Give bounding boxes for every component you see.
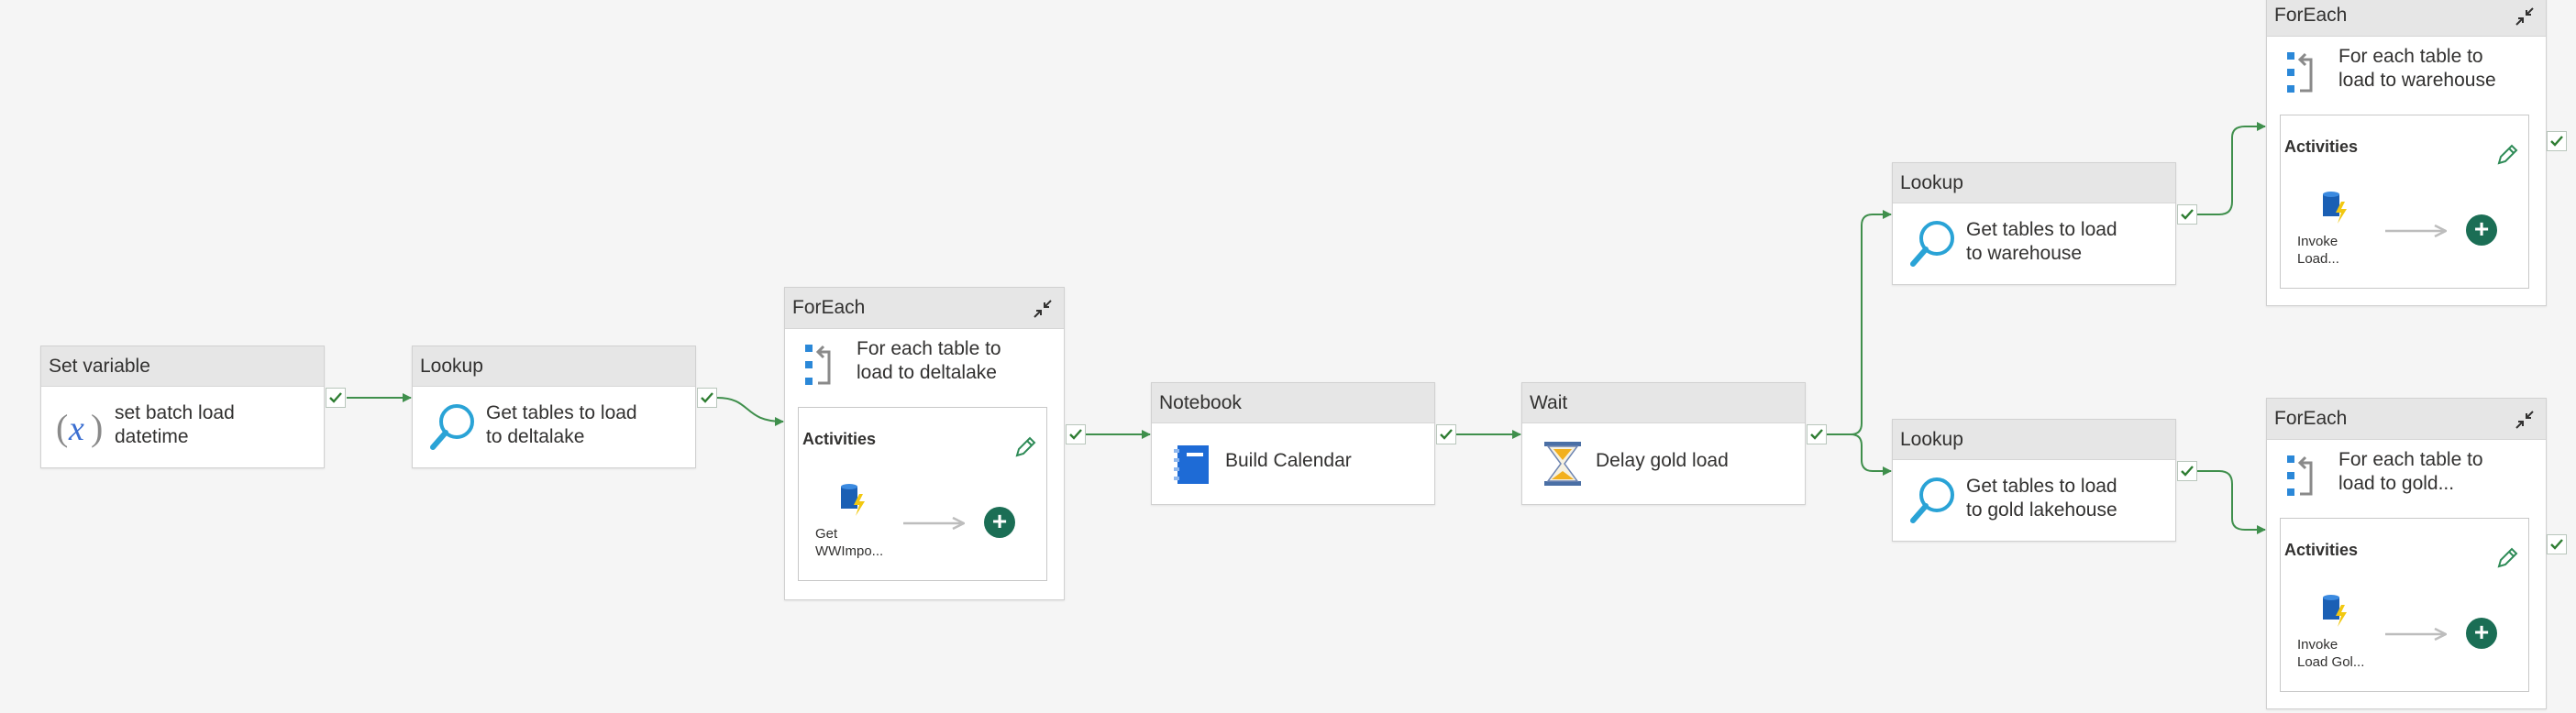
- activity-body: Get tables to load to deltalake: [413, 387, 695, 467]
- notebook-icon: [1174, 445, 1209, 484]
- connector-wait-lookup-warehouse: [1827, 210, 1892, 435]
- activity-type: ForEach: [2274, 5, 2348, 26]
- activity-name: Delay gold load: [1596, 450, 1729, 471]
- activity-type: ForEach: [2274, 408, 2348, 429]
- edit-icon[interactable]: [1013, 435, 1037, 459]
- connector-wait-lookup-gold: [1827, 433, 1892, 476]
- activities-container[interactable]: Activities Invoke Load... +: [2280, 115, 2529, 289]
- check-icon: [2181, 466, 2194, 477]
- activity-name: set batch load datetime: [115, 402, 235, 447]
- activities-container[interactable]: Activities Get WWImpo... +: [798, 407, 1047, 581]
- activity-foreach-deltalake[interactable]: ForEach For each table to load to deltal…: [784, 287, 1065, 600]
- activity-body: Build Calendar: [1152, 423, 1434, 504]
- check-icon: [2550, 136, 2563, 147]
- check-icon: [701, 392, 713, 403]
- success-output-foreach-deltalake[interactable]: [1066, 424, 1086, 444]
- activity-name: For each table to load to warehouse: [2338, 46, 2496, 91]
- svg-text:): ): [91, 407, 103, 448]
- collapse-icon[interactable]: [2511, 3, 2538, 30]
- foreach-icon: [2287, 455, 2313, 496]
- activity-type: Lookup: [1893, 420, 2175, 460]
- edit-icon[interactable]: [2495, 546, 2519, 570]
- success-output-lookup-deltalake[interactable]: [697, 388, 717, 408]
- success-output-lookup-warehouse[interactable]: [2177, 204, 2197, 225]
- inner-activity-name: Invoke Load...: [2297, 234, 2339, 267]
- check-icon: [1069, 429, 1082, 440]
- activity-type: Notebook: [1152, 383, 1434, 423]
- collapse-icon[interactable]: [2511, 406, 2538, 433]
- inner-activity-name: Invoke Load Gol...: [2297, 637, 2365, 670]
- check-icon: [1440, 429, 1453, 440]
- foreach-icon: [2287, 52, 2313, 93]
- success-output-setvar[interactable]: [326, 388, 346, 408]
- success-output-wait[interactable]: [1807, 424, 1827, 444]
- connector-lookup-foreach-gold: [2197, 470, 2266, 534]
- activity-lookup-gold[interactable]: Lookup Get tables to load to gold lakeho…: [1892, 419, 2176, 542]
- lookup-icon: [1910, 221, 1954, 267]
- activity-name: Get tables to load to gold lakehouse: [1966, 476, 2117, 521]
- activity-type: ForEach: [792, 297, 866, 318]
- activity-name: Get tables to load to warehouse: [1966, 219, 2117, 264]
- inner-arrow: [2385, 222, 2449, 240]
- success-output-foreach-warehouse[interactable]: [2547, 131, 2567, 151]
- activity-body: Get tables to load to warehouse: [1893, 203, 2175, 284]
- add-activity-button[interactable]: +: [2466, 618, 2497, 649]
- activities-title: Activities: [2284, 137, 2359, 156]
- edit-icon[interactable]: [2495, 143, 2519, 167]
- activity-name: For each table to load to gold...: [2338, 449, 2483, 494]
- foreach-icon: [805, 345, 831, 385]
- connector-lookup-foreach-warehouse: [2197, 122, 2266, 215]
- success-output-notebook[interactable]: [1436, 424, 1456, 444]
- activity-lookup-deltalake[interactable]: Lookup Get tables to load to deltalake: [412, 346, 696, 468]
- invoke-pipeline-icon[interactable]: [2316, 592, 2352, 629]
- collapse-icon[interactable]: [1029, 295, 1056, 323]
- connector-lookup-foreach: [716, 397, 784, 426]
- check-icon: [329, 392, 342, 403]
- connectors: [347, 122, 2266, 534]
- pipeline-canvas[interactable]: Set variable ( x ) set batch load dateti…: [0, 0, 2576, 713]
- lookup-icon: [1910, 477, 1954, 523]
- lookup-icon: [430, 404, 474, 450]
- activity-notebook[interactable]: Notebook Build Calendar: [1151, 382, 1435, 505]
- inner-arrow: [2385, 625, 2449, 643]
- invoke-pipeline-icon[interactable]: [2316, 189, 2352, 225]
- activity-foreach-gold[interactable]: ForEach For each table to load to gold..…: [2266, 398, 2547, 709]
- activity-type: Wait: [1522, 383, 1805, 423]
- inner-activity-name: Get WWImpo...: [815, 526, 884, 559]
- add-activity-button[interactable]: +: [2466, 214, 2497, 246]
- activity-type: Lookup: [1893, 163, 2175, 203]
- activity-body: ( x ) set batch load datetime: [41, 387, 324, 467]
- inner-arrow: [903, 514, 967, 532]
- variable-icon: ( x ): [56, 407, 103, 448]
- activities-container[interactable]: Activities Invoke Load Gol... +: [2280, 518, 2529, 692]
- check-icon: [2181, 209, 2194, 220]
- activity-foreach-warehouse[interactable]: ForEach For each table to load to wareho…: [2266, 0, 2547, 306]
- hourglass-icon: [1544, 442, 1581, 486]
- activity-set-variable[interactable]: Set variable ( x ) set batch load dateti…: [40, 346, 325, 468]
- activity-wait[interactable]: Wait Delay gold load: [1521, 382, 1806, 505]
- check-icon: [1810, 429, 1823, 440]
- activity-name: Build Calendar: [1225, 450, 1352, 471]
- copy-activity-icon[interactable]: [834, 481, 870, 518]
- activity-type: Lookup: [413, 346, 695, 387]
- svg-text:x: x: [68, 410, 84, 448]
- success-output-foreach-gold[interactable]: [2547, 534, 2567, 554]
- activities-title: Activities: [802, 430, 877, 448]
- svg-text:(: (: [56, 407, 68, 448]
- activity-name: Get tables to load to deltalake: [486, 402, 637, 447]
- success-output-lookup-gold[interactable]: [2177, 461, 2197, 481]
- activity-body: Delay gold load: [1522, 423, 1805, 504]
- activity-name: For each table to load to deltalake: [857, 338, 1001, 383]
- activity-body: Get tables to load to gold lakehouse: [1893, 460, 2175, 541]
- activities-title: Activities: [2284, 541, 2359, 559]
- check-icon: [2550, 539, 2563, 550]
- add-activity-button[interactable]: +: [984, 507, 1015, 538]
- activity-lookup-warehouse[interactable]: Lookup Get tables to load to warehouse: [1892, 162, 2176, 285]
- activity-type: Set variable: [41, 346, 324, 387]
